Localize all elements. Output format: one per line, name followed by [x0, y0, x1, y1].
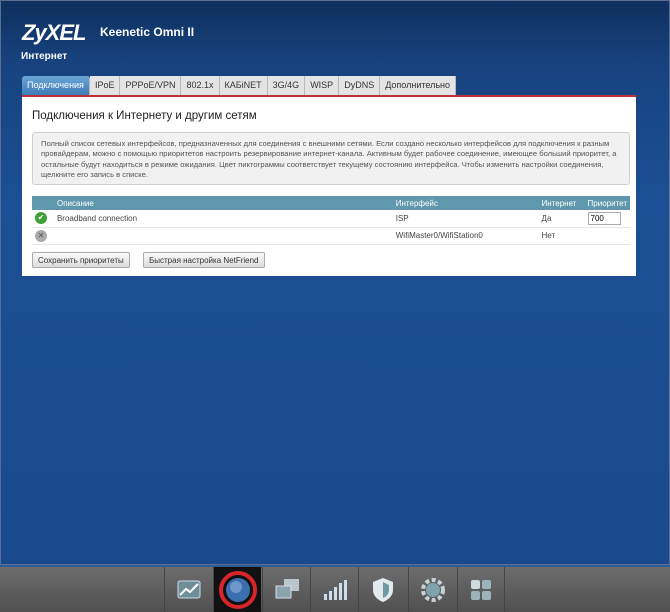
- panel-title: Подключения к Интернету и другим сетям: [32, 110, 257, 122]
- tab-wisp[interactable]: WISP: [305, 76, 340, 95]
- connections-table: Описание Интерфейс Интернет Приоритет ✔ Broa…: [32, 196, 630, 245]
- netfriend-button[interactable]: Быстрая настройка NetFriend: [143, 252, 265, 268]
- col-priority: Приоритет: [584, 196, 630, 210]
- tab-connections[interactable]: Подключения: [22, 76, 90, 95]
- apps-grid-icon: [471, 579, 491, 600]
- cross-icon: ✕: [35, 229, 47, 242]
- taskbar-system[interactable]: [408, 567, 456, 612]
- col-description: Описание: [53, 196, 393, 210]
- system-gear-icon: [420, 577, 445, 602]
- info-box: Полный список сетевых интерфейсов, предн…: [32, 132, 630, 185]
- tab-ipoe[interactable]: IPoE: [89, 76, 121, 95]
- tab-3g4g[interactable]: 3G/4G: [267, 76, 306, 95]
- tab-advanced[interactable]: Дополнительно: [380, 76, 456, 95]
- table-row[interactable]: ✕ WifiMaster0/WifiStation0 Нет: [32, 227, 630, 245]
- taskbar-monitor[interactable]: [164, 567, 212, 612]
- internet-globe-icon: [225, 577, 250, 602]
- tab-pppoe-vpn[interactable]: PPPoE/VPN: [120, 76, 182, 95]
- save-priorities-button[interactable]: Сохранить приоритеты: [32, 252, 130, 268]
- zyxel-logo: ZyXEL: [22, 20, 86, 45]
- connections-panel: Подключения к Интернету и другим сетям П…: [22, 95, 636, 276]
- tab-8021x[interactable]: 802.1x: [181, 76, 220, 95]
- wifi-signal-icon: [323, 579, 347, 600]
- col-internet: Интернет: [538, 196, 585, 210]
- check-icon: ✔: [35, 212, 47, 225]
- model-name: Keenetic Omni II: [100, 25, 195, 39]
- home-network-icon: [275, 578, 299, 598]
- taskbar-wifi[interactable]: [310, 567, 358, 612]
- tab-dydns[interactable]: DyDNS: [339, 76, 381, 95]
- tab-bar: Подключения IPoE PPPoE/VPN 802.1x КАБiNE…: [22, 76, 456, 95]
- col-interface: Интерфейс: [392, 196, 539, 210]
- table-row[interactable]: ✔ Broadband connection ISP Да: [32, 210, 630, 228]
- taskbar-internet[interactable]: [213, 567, 261, 612]
- taskbar-home-network[interactable]: [262, 567, 310, 612]
- taskbar: [0, 565, 670, 612]
- tab-kabinet[interactable]: КАБiNET: [219, 76, 268, 95]
- security-shield-icon: [372, 577, 393, 602]
- monitor-icon: [177, 580, 200, 598]
- taskbar-security[interactable]: [358, 567, 406, 612]
- taskbar-apps[interactable]: [457, 567, 505, 612]
- priority-input[interactable]: [587, 211, 621, 225]
- section-title: Интернет: [21, 51, 68, 62]
